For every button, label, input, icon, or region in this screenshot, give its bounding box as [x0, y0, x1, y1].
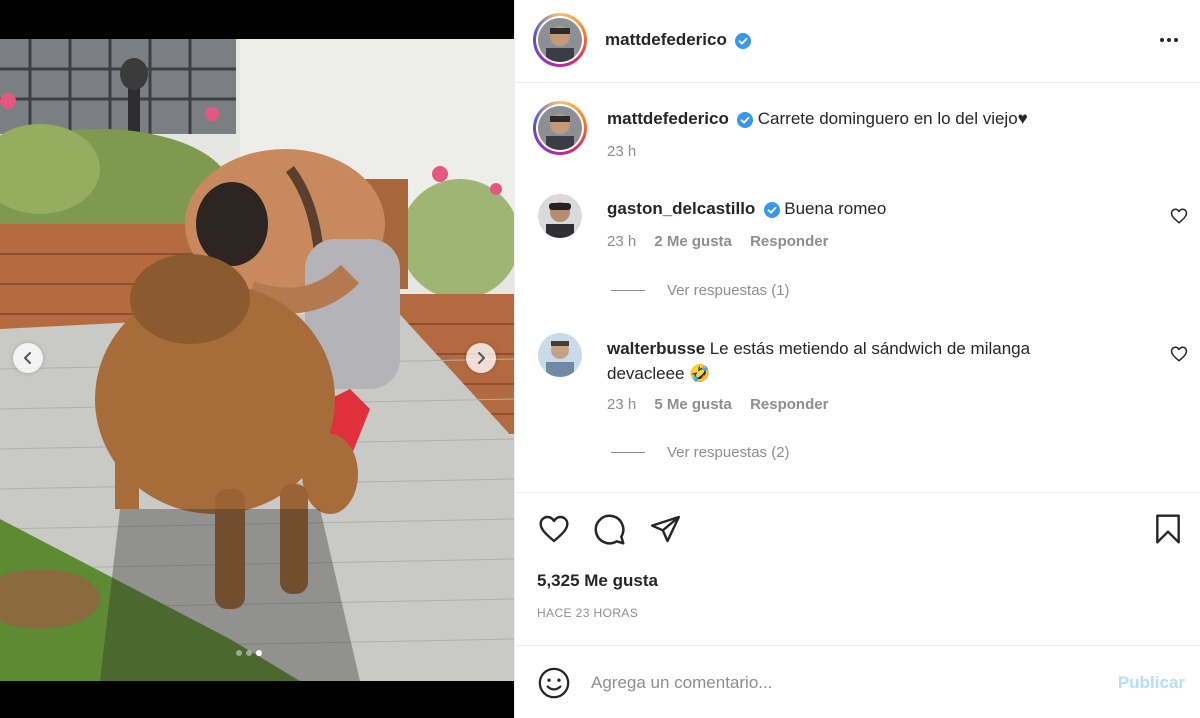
divider-line [611, 290, 645, 291]
emoji-icon [538, 667, 570, 699]
post-photo-illustration [0, 39, 514, 681]
author-avatar-image [538, 18, 582, 62]
heart-icon [1170, 208, 1188, 224]
like-count[interactable]: 5,325 Me gusta [537, 571, 658, 591]
share-button[interactable] [649, 513, 682, 550]
caption-username[interactable]: mattdefederico [607, 109, 729, 128]
post-timestamp: HACE 23 HORAS [537, 606, 639, 620]
comment-likes[interactable]: 2 Me gusta [654, 233, 732, 250]
carousel-dot [236, 650, 242, 656]
caption-author-avatar-image [538, 106, 582, 150]
commenter-username[interactable]: walterbusse [607, 339, 705, 358]
comment-row: gaston_delcastillo Buena romeo [607, 199, 886, 219]
view-replies-button[interactable]: Ver respuestas (1) [611, 282, 790, 299]
post-photo[interactable] [0, 39, 514, 681]
caption-text: Carrete dominguero en lo del viejo♥ [757, 109, 1028, 128]
commenter-username[interactable]: gaston_delcastillo [607, 199, 755, 218]
comment-row: walterbusse Le estás metiendo al sándwic… [607, 337, 1087, 387]
chevron-right-icon [478, 352, 485, 364]
like-comment-button[interactable] [1170, 345, 1188, 368]
reply-button[interactable]: Responder [750, 233, 828, 250]
post-header: mattdefederico [515, 0, 1200, 83]
reply-button[interactable]: Responder [750, 396, 828, 413]
view-replies-label: Ver respuestas (2) [667, 444, 790, 461]
view-replies-button[interactable]: Ver respuestas (2) [611, 444, 790, 461]
author-avatar[interactable] [533, 13, 587, 67]
comment-text-continued: devacleee 🤣 [607, 364, 711, 383]
verified-badge-icon [763, 201, 780, 218]
chevron-left-icon [24, 352, 31, 364]
save-button[interactable] [1154, 513, 1182, 550]
commenter-avatar[interactable] [538, 194, 582, 238]
comment-text: Le estás metiendo al sándwich de milanga [709, 339, 1031, 358]
commenter-avatar[interactable] [538, 333, 582, 377]
post-media-panel [0, 0, 514, 718]
comment-time: 23 h [607, 396, 637, 413]
caption: mattdefederico Carrete dominguero en lo … [607, 109, 1028, 129]
like-button[interactable] [537, 513, 571, 550]
publish-button[interactable]: Publicar [1118, 673, 1185, 693]
more-options-icon [1160, 38, 1178, 42]
heart-icon [1170, 346, 1188, 362]
comment-time: 23 h [607, 233, 637, 250]
post-details-panel: mattdefederico mattdefederico Carrete do… [514, 0, 1200, 718]
comment-button[interactable] [593, 513, 626, 551]
share-icon [650, 515, 681, 543]
like-comment-button[interactable] [1170, 207, 1188, 230]
heart-icon [539, 515, 569, 543]
comment-likes[interactable]: 5 Me gusta [654, 396, 732, 413]
author-username[interactable]: mattdefederico [605, 30, 727, 49]
carousel-indicator [236, 650, 262, 656]
comment-text: Buena romeo [784, 199, 887, 218]
more-options-button[interactable] [1157, 28, 1181, 57]
add-comment-bar: Publicar [515, 645, 1200, 718]
carousel-next-button[interactable] [466, 343, 496, 373]
divider-line [611, 452, 645, 453]
comment-meta: 23 h 5 Me gusta Responder [607, 396, 828, 413]
carousel-dot [246, 650, 252, 656]
view-replies-label: Ver respuestas (1) [667, 282, 790, 299]
verified-badge-icon [737, 111, 754, 128]
carousel-prev-button[interactable] [13, 343, 43, 373]
bookmark-icon [1156, 514, 1180, 544]
caption-time: 23 h [607, 143, 637, 160]
caption-author-avatar[interactable] [533, 101, 587, 155]
comment-input[interactable] [591, 668, 1091, 698]
comment-meta: 23 h 2 Me gusta Responder [607, 233, 828, 250]
comment-icon [594, 514, 625, 545]
emoji-button[interactable] [537, 666, 571, 705]
verified-badge-icon [735, 32, 752, 49]
carousel-dot-active [256, 650, 262, 656]
